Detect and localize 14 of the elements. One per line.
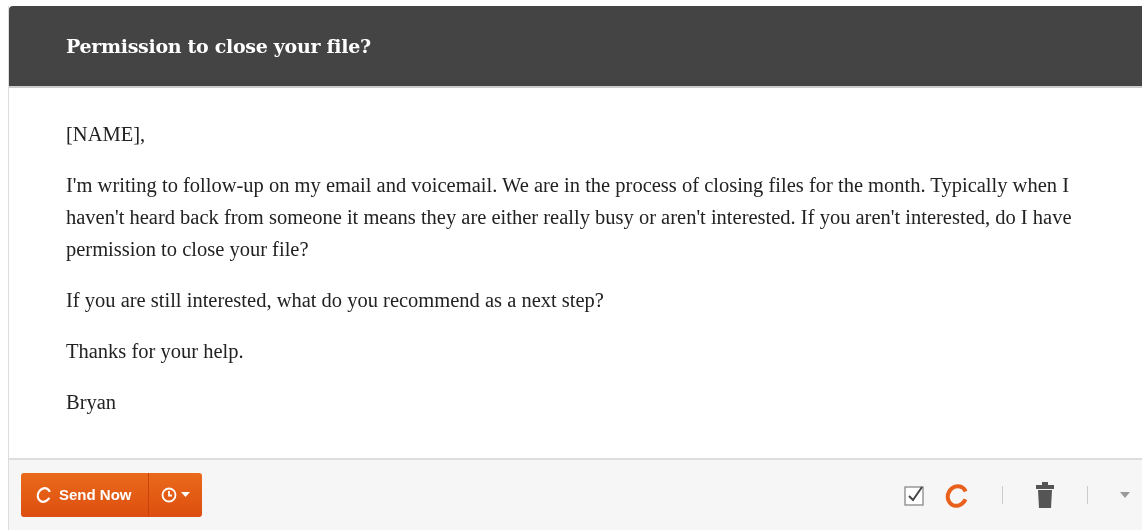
email-paragraph: Bryan <box>66 390 118 416</box>
schedule-button[interactable] <box>148 473 202 517</box>
ring-logo-icon <box>35 486 53 504</box>
caret-icon[interactable] <box>1120 492 1130 498</box>
caret-icon <box>180 492 190 498</box>
clock-icon <box>160 487 177 503</box>
ring-logo-icon[interactable] <box>944 482 970 508</box>
email-paragraph: If you are still interested, what do you recommend as a next step? <box>66 288 605 314</box>
email-paragraph: Thanks for your help. <box>66 339 245 365</box>
email-subject: Permission to close your file? <box>66 33 371 59</box>
email-paragraph: [NAME], <box>66 122 147 147</box>
send-now-button[interactable]: Send Now <box>21 473 149 517</box>
trash-icon[interactable] <box>1035 482 1055 508</box>
email-paragraph: I'm writing to follow-up on my email and voicemail. We are in the process of closing files for the month. Typically when I haven't heard back from someone it means they are either really busy or aren't interested. If you aren't interested, do I have permission to close your file? <box>66 173 1073 263</box>
